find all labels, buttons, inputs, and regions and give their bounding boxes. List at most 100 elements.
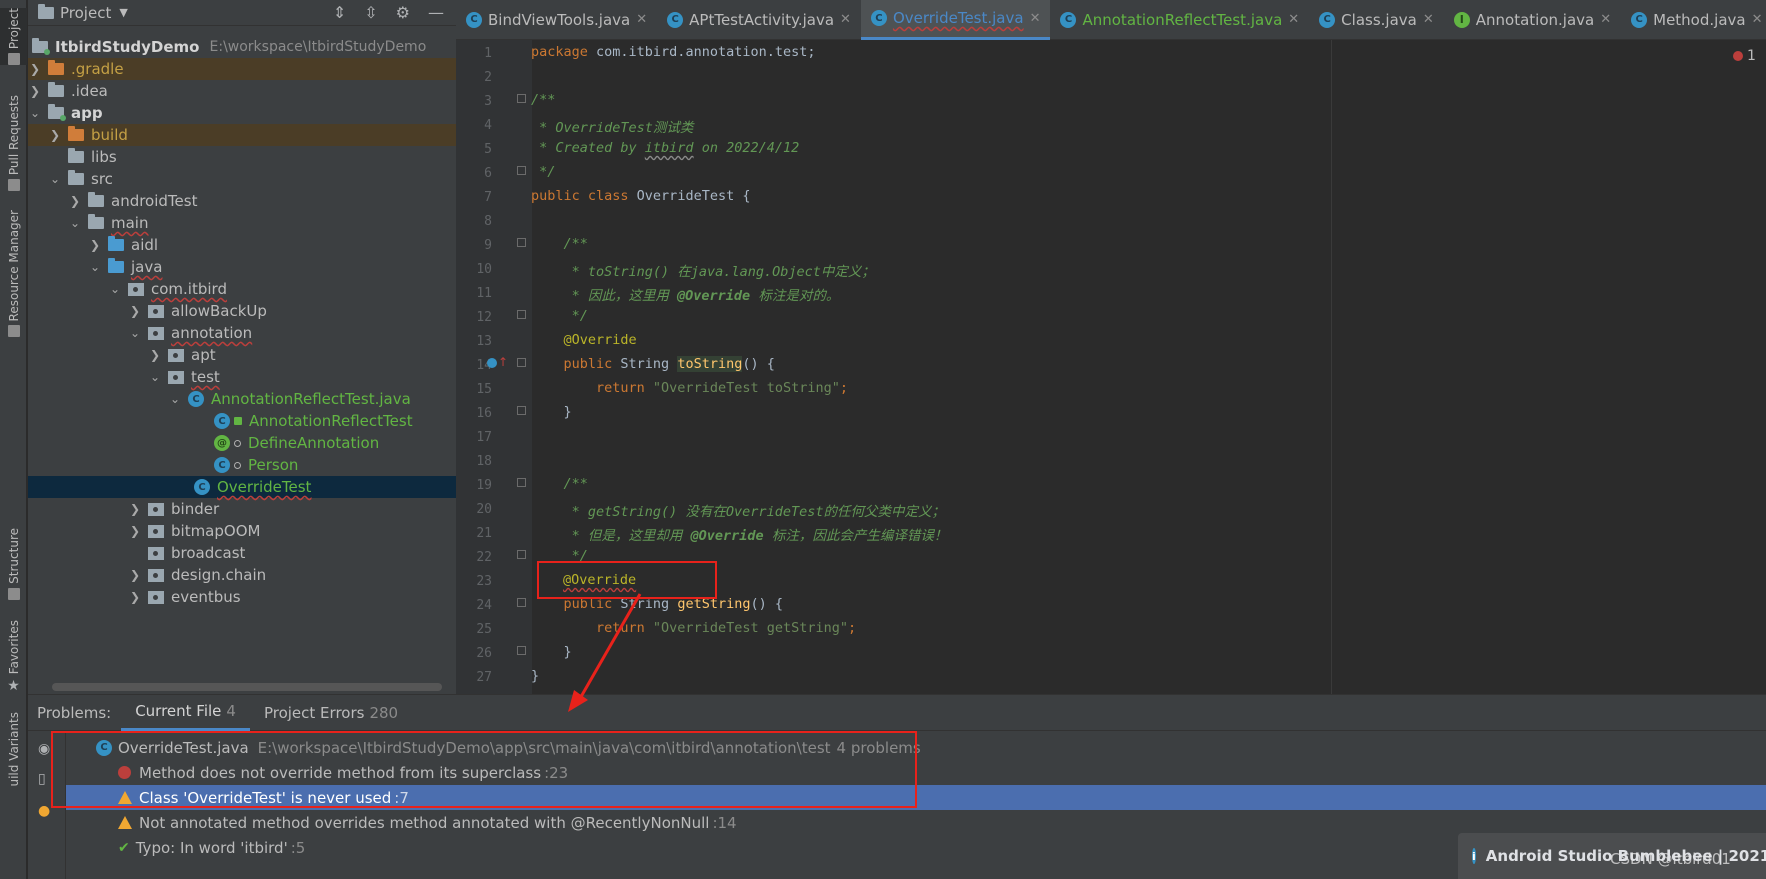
tree-item-annotationreflecttest-java[interactable]: ⌄ C AnnotationReflectTest.java (28, 388, 456, 410)
close-icon[interactable]: ✕ (1752, 12, 1763, 27)
tree-item-eventbus[interactable]: ❯ eventbus (28, 586, 456, 608)
tree-item-person[interactable]: C Person (28, 454, 456, 476)
preview-icon[interactable]: ▯ (38, 771, 56, 787)
tree-item-app[interactable]: ⌄ app (28, 102, 456, 124)
tab-count: 280 (369, 703, 399, 722)
tab-method[interactable]: C Method.java ✕ (1621, 0, 1766, 40)
tab-class[interactable]: C Class.java ✕ (1309, 0, 1444, 40)
tree-item-design-chain[interactable]: ❯ design.chain (28, 564, 456, 586)
fold-marker-icon[interactable] (517, 94, 526, 103)
lightbulb-icon[interactable]: ● (38, 803, 56, 819)
chevron-right-icon[interactable]: ❯ (48, 128, 62, 142)
tree-item-java[interactable]: ⌄ java (28, 256, 456, 278)
tree-item-overridetest[interactable]: C OverrideTest (28, 476, 456, 498)
gear-icon[interactable]: ⚙ (396, 3, 410, 22)
tab-bindviewtools[interactable]: C BindViewTools.java ✕ (456, 0, 657, 40)
close-icon[interactable]: ✕ (636, 12, 647, 27)
chevron-down-icon[interactable]: ⌄ (128, 326, 142, 340)
tree-item-binder[interactable]: ❯ binder (28, 498, 456, 520)
fold-marker-icon[interactable] (517, 478, 526, 487)
chevron-down-icon[interactable]: ▼ (119, 6, 127, 19)
resource-manager-tool-tab[interactable]: Resource Manager (0, 210, 27, 338)
module-folder-icon (32, 38, 50, 55)
tree-item-main[interactable]: ⌄ main (28, 212, 456, 234)
class-icon: C (214, 457, 230, 473)
tree-item-gradle[interactable]: ❯ .gradle (28, 58, 456, 80)
chevron-down-icon[interactable]: ⌄ (88, 260, 102, 274)
tab-overridetest[interactable]: C OverrideTest.java ✕ (860, 0, 1051, 40)
chevron-down-icon[interactable]: ⌄ (48, 172, 62, 186)
tab-annotation[interactable]: I Annotation.java ✕ (1444, 0, 1621, 40)
hide-panel-icon[interactable]: — (428, 3, 444, 22)
tree-item-annotationreflecttest-class[interactable]: C AnnotationReflectTest (28, 410, 456, 432)
chevron-down-icon[interactable]: ⌄ (168, 392, 182, 406)
eye-icon[interactable]: ◉ (38, 741, 56, 757)
tree-item-defineannotation[interactable]: @ DefineAnnotation (28, 432, 456, 454)
chevron-right-icon[interactable]: ❯ (128, 524, 142, 538)
project-view-selector[interactable]: Project (60, 4, 111, 22)
problem-item[interactable]: Not annotated method overrides method an… (66, 810, 1766, 835)
pull-requests-tool-tab[interactable]: Pull Requests (0, 95, 27, 192)
problem-item[interactable]: Class 'OverrideTest' is never used :7 (66, 785, 1766, 810)
tree-item-broadcast[interactable]: broadcast (28, 542, 456, 564)
chevron-down-icon[interactable]: ⌄ (108, 282, 122, 296)
chevron-right-icon[interactable]: ❯ (128, 304, 142, 318)
close-icon[interactable]: ✕ (1600, 12, 1611, 27)
tree-item-src[interactable]: ⌄ src (28, 168, 456, 190)
chevron-right-icon[interactable]: ❯ (28, 62, 42, 76)
fold-marker-icon[interactable] (517, 238, 526, 247)
problem-location: :14 (712, 813, 737, 832)
fold-marker-icon[interactable] (517, 550, 526, 559)
tab-current-file[interactable]: Current File 4 (121, 695, 250, 731)
override-marker-icon[interactable] (487, 358, 497, 368)
chevron-right-icon[interactable]: ❯ (148, 348, 162, 362)
tab-project-errors[interactable]: Project Errors 280 (250, 695, 412, 731)
tree-item-bitmapoom[interactable]: ❯ bitmapOOM (28, 520, 456, 542)
error-count-indicator[interactable]: 1 (1733, 48, 1756, 64)
tab-annotationreflecttest[interactable]: C AnnotationReflectTest.java ✕ (1050, 0, 1309, 40)
close-icon[interactable]: ✕ (840, 12, 851, 27)
chevron-right-icon[interactable]: ❯ (28, 84, 42, 98)
chevron-right-icon[interactable]: ❯ (128, 568, 142, 582)
tree-item-annotation[interactable]: ⌄ annotation (28, 322, 456, 344)
chevron-right-icon[interactable]: ❯ (128, 590, 142, 604)
favorites-tool-tab[interactable]: Favorites ★ (0, 620, 27, 694)
chevron-right-icon[interactable]: ❯ (68, 194, 82, 208)
fold-marker-icon[interactable] (517, 310, 526, 319)
chevron-right-icon[interactable]: ❯ (88, 238, 102, 252)
tree-item-idea[interactable]: ❯ .idea (28, 80, 456, 102)
close-icon[interactable]: ✕ (1288, 12, 1299, 27)
collapse-all-icon[interactable]: ⇳ (364, 3, 377, 22)
chevron-down-icon[interactable]: ⌄ (68, 216, 82, 230)
problem-file-row[interactable]: C OverrideTest.java E:\workspace\ItbirdS… (66, 735, 1766, 760)
tree-item-test[interactable]: ⌄ test (28, 366, 456, 388)
chevron-down-icon[interactable]: ⌄ (28, 106, 42, 120)
fold-marker-icon[interactable] (517, 358, 526, 367)
fold-marker-icon[interactable] (517, 406, 526, 415)
line-number: 22 (476, 550, 492, 565)
expand-all-icon[interactable]: ⇕ (333, 3, 346, 22)
tree-item-androidtest[interactable]: ❯ androidTest (28, 190, 456, 212)
chevron-right-icon[interactable]: ❯ (128, 502, 142, 516)
structure-label: Structure (6, 528, 21, 584)
fold-marker-icon[interactable] (517, 646, 526, 655)
horizontal-scrollbar[interactable] (52, 683, 442, 691)
tree-item-aidl[interactable]: ❯ aidl (28, 234, 456, 256)
build-variants-tool-tab[interactable]: uild Variants (0, 712, 27, 787)
tree-item-apt[interactable]: ❯ apt (28, 344, 456, 366)
tree-item-allowbackup[interactable]: ❯ allowBackUp (28, 300, 456, 322)
tab-apttestactivity[interactable]: C APtTestActivity.java ✕ (657, 0, 861, 40)
tree-item-root[interactable]: ItbirdStudyDemo E:\workspace\ItbirdStudy… (28, 36, 456, 58)
tree-item-build[interactable]: ❯ build (28, 124, 456, 146)
structure-tool-tab[interactable]: Structure (0, 528, 27, 600)
tree-item-libs[interactable]: libs (28, 146, 456, 168)
close-icon[interactable]: ✕ (1423, 12, 1434, 27)
problem-item[interactable]: Method does not override method from its… (66, 760, 1766, 785)
project-tool-tab[interactable]: Project (0, 8, 27, 66)
chevron-down-icon[interactable]: ⌄ (148, 370, 162, 384)
fold-marker-icon[interactable] (517, 598, 526, 607)
tree-item-com-itbird[interactable]: ⌄ com.itbird (28, 278, 456, 300)
fold-marker-icon[interactable] (517, 166, 526, 175)
close-icon[interactable]: ✕ (1030, 11, 1041, 26)
folder-icon (88, 192, 104, 207)
